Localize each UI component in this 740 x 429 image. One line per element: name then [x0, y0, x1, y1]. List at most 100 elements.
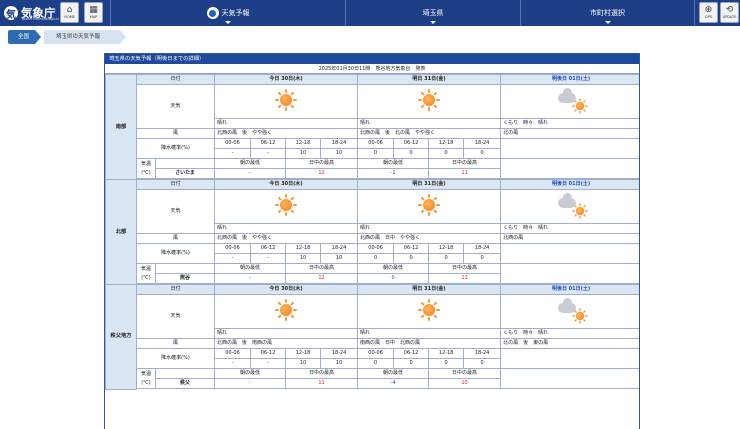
pop-period-text: 18-24 — [474, 350, 490, 356]
sun-icon — [275, 88, 297, 111]
update-button[interactable]: ⟲ UPDATE — [720, 2, 739, 23]
temp-header-row: 気温 (℃) 朝の最低 日中の最高 朝の最低 日中の最高 — [106, 158, 639, 179]
breadcrumb-home[interactable]: 全国 — [8, 30, 42, 44]
date-header-row: 南部 日付 今日 30日(木) 明日 31日(金) 明後日 01日(土) — [105, 74, 639, 180]
nav-prefecture[interactable]: 埼玉県 — [345, 0, 520, 26]
cloud-sun-icon — [557, 192, 585, 219]
weather-text: 晴れ — [217, 225, 228, 231]
temp-low-tomorrow: -1 — [357, 168, 430, 179]
region-name: 秩父地方 — [105, 284, 137, 390]
pop-value-today: - — [214, 253, 252, 264]
pop-period-row: 降水確率(%) 00-06 06-12 12-18 18-24 00-06 06-12 12-… — [106, 348, 639, 369]
temp-low-tomorrow: -4 — [357, 378, 430, 389]
temp-station: 秩父 — [154, 378, 216, 389]
temp-value: 11 — [461, 275, 468, 281]
temp-station-name: 秩父 — [180, 380, 191, 386]
pop-value: 0 — [480, 150, 484, 156]
weather-text-today: 晴れ — [214, 328, 359, 339]
temp-high-today: 12 — [285, 273, 359, 284]
pop-value: 0 — [444, 150, 448, 156]
pop-period: 00-06 — [357, 138, 395, 149]
nav-weather-forecast[interactable]: 天気予報 — [110, 0, 345, 26]
weather-label-text: 天気 — [170, 208, 181, 214]
temp-high-tomorrow: 11 — [428, 273, 502, 284]
temp-low-header: 朝の最低 — [240, 160, 261, 166]
forecast-table: 南部 日付 今日 30日(木) 明日 31日(金) 明後日 01日(土) 天気 晴れ 晴れ くも… — [105, 74, 639, 390]
temp-value: 12 — [318, 275, 325, 281]
pop-period: 18-24 — [463, 243, 502, 254]
pop-period-text: 06-12 — [403, 350, 419, 356]
temp-low-header-today: 朝の最低 — [214, 368, 287, 379]
pop-value-tomorrow: 0 — [428, 148, 465, 159]
temp-high-header-tomorrow: 日中の最高 — [428, 368, 502, 379]
pop-value-today: 10 — [320, 148, 359, 159]
pop-period-text: 12-18 — [438, 245, 454, 251]
page: 気 気象庁 Japan Meteorological Agency ⌂ HOME… — [0, 0, 740, 429]
map-button[interactable]: ▦ MAP — [84, 2, 103, 23]
weather-label-text: 天気 — [170, 313, 181, 319]
weather-text: 晴れ — [360, 120, 371, 126]
pop-period: 12-18 — [428, 138, 465, 149]
date-header-row: 秩父地方 日付 今日 30日(木) 明日 31日(金) 明後日 01日(土) — [105, 284, 639, 390]
pop-label: 降水確率(%) — [135, 243, 216, 264]
pop-period: 18-24 — [463, 348, 502, 359]
pop-value: 10 — [335, 255, 343, 261]
pop-value-tomorrow: 0 — [463, 358, 502, 369]
temp-value: 11 — [318, 380, 325, 386]
gps-button[interactable]: ⊕ GPS — [699, 2, 718, 23]
weather-text-today: 晴れ — [214, 223, 359, 234]
temp-label: 気温 (℃) — [136, 263, 156, 284]
region-name: 北部 — [105, 179, 137, 285]
wind-row: 風 北西の風 後 南西の風 南西の風 日中 北西の風 北の風 後 東の風 — [106, 338, 639, 349]
pop-value-today: 10 — [320, 253, 359, 264]
wind-text: 南西の風 日中 北西の風 — [360, 340, 421, 346]
pop-period-text: 00-06 — [225, 350, 240, 356]
pop-day-after-empty — [500, 138, 639, 159]
pop-period: 06-12 — [250, 348, 287, 359]
day-after-tomorrow: 明後日 01日(土) — [500, 284, 639, 295]
chevron-down-icon — [225, 21, 231, 24]
nav-municipality-select[interactable]: 市町村選択 — [520, 0, 695, 26]
weather-icon-day-after — [500, 294, 639, 329]
wind-label: 風 — [135, 233, 216, 244]
pop-value-tomorrow: 0 — [357, 253, 395, 264]
weather-label: 天気 — [135, 84, 216, 129]
wind-text: 北西の風 後 やや強く — [217, 130, 273, 136]
temp-station: 熊谷 — [154, 273, 216, 284]
day-today: 今日 30日(木) — [214, 179, 359, 190]
temp-station-blank — [154, 263, 216, 274]
day-today: 今日 30日(木) — [214, 284, 359, 295]
forecast-issued: 2025年01月30日11時 熊谷地方気象台 発表 — [105, 64, 639, 74]
weather-icon-row: 天気 — [106, 189, 639, 234]
pop-value: 0 — [373, 360, 378, 366]
temp-value: 0 — [391, 275, 395, 281]
weather-forecast-icon — [206, 7, 219, 19]
temp-low-header-today: 朝の最低 — [214, 263, 287, 274]
temp-value: 12 — [318, 170, 325, 176]
pop-period-text: 06-12 — [403, 140, 419, 146]
temp-high-tomorrow: 11 — [428, 168, 502, 179]
chevron-down-icon — [430, 21, 436, 24]
temp-low-tomorrow: 0 — [357, 273, 430, 284]
temp-station: さいたま — [154, 168, 216, 179]
breadcrumb-current: 埼玉県の天気予報 — [44, 30, 127, 44]
wind-day-after: 北西の風 — [500, 233, 639, 244]
weather-icon-day-after — [500, 84, 639, 119]
wind-text: 北の風 — [503, 130, 519, 136]
home-button[interactable]: ⌂ HOME — [60, 2, 79, 23]
pop-period-text: 12-18 — [295, 350, 311, 356]
temp-value: - — [249, 380, 251, 386]
pop-value: 10 — [335, 360, 343, 366]
wind-today: 北西の風 後 やや強く — [214, 233, 359, 244]
temp-unit-text: (℃) — [141, 274, 151, 281]
day-tomorrow-text: 明日 31日(金) — [412, 181, 446, 187]
temp-value: -4 — [390, 380, 396, 386]
top-bar: 気 気象庁 Japan Meteorological Agency ⌂ HOME… — [0, 0, 740, 26]
temp-low-header-tomorrow: 朝の最低 — [357, 368, 430, 379]
temp-value: - — [249, 170, 251, 176]
pop-period-row: 降水確率(%) 00-06 06-12 12-18 18-24 00-06 06-12 12-… — [106, 243, 639, 264]
temp-low-header: 朝の最低 — [240, 370, 261, 376]
home-button-label: HOME — [64, 15, 75, 19]
temp-value: 11 — [461, 170, 468, 176]
pop-value: - — [231, 360, 234, 366]
